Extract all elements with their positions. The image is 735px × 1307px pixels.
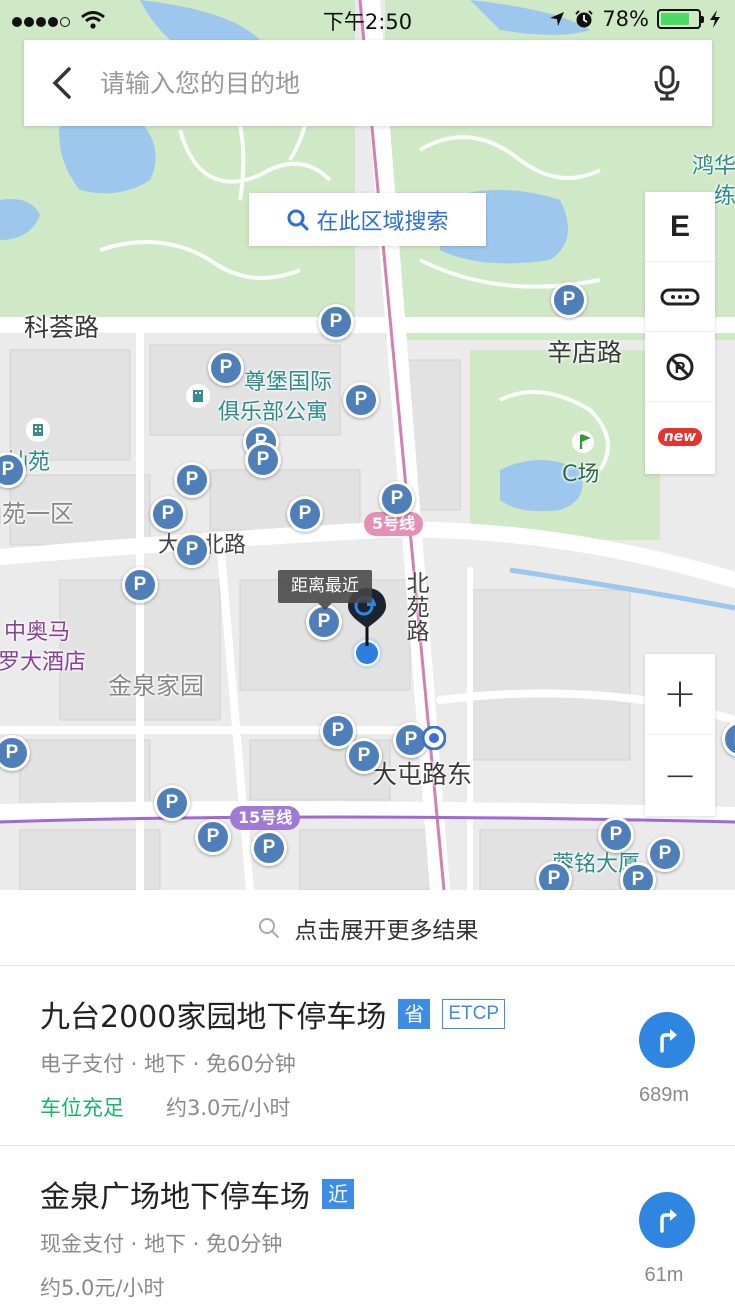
charging-bolt-icon [710,10,720,28]
map-view[interactable]: 科荟路 辛店路 尊堡国际 俱乐部公寓 灿苑 灿苑一区 大屯北路 北苑路 中奥马 … [0,0,735,890]
card-icon [660,288,700,305]
road-label-beiyuan: 北苑路 [406,571,430,646]
etc-filter-button[interactable]: E [645,192,715,262]
parking-pin[interactable]: P [318,304,354,340]
parking-pin[interactable]: P [379,481,415,517]
poi-label-c-field: C场 [562,462,600,487]
parking-pin[interactable]: P [122,567,158,603]
poi-label-canyuan-1: 灿苑一区 [0,500,74,528]
parking-pin[interactable]: P [647,836,683,872]
metro-line-15-tag: 15号线 [230,806,301,830]
poi-label-olympic-1: 中奥马 [4,620,71,645]
search-bar [24,40,712,126]
chevron-left-icon [52,67,71,99]
parking-result-item[interactable]: 金泉广场地下停车场 近 现金支付 · 地下 · 免0分钟 约5.0元/小时 61… [0,1146,735,1307]
map-tools-panel: E P new [645,192,715,474]
battery-percent: 78% [602,7,649,31]
status-right-group: 78% [548,7,721,31]
parking-result-item[interactable]: 九台2000家园地下停车场 省 ETCP 电子支付 · 地下 · 免60分钟 车… [0,966,735,1146]
no-parking-icon: P [666,353,694,380]
result-title: 金泉广场地下停车场 [40,1180,310,1215]
voice-search-button[interactable] [622,40,712,126]
parking-pin[interactable]: P [551,282,587,318]
navigate-button[interactable] [639,1192,695,1248]
battery-icon [657,9,704,29]
zoom-in-button[interactable]: + [645,654,715,735]
parking-pin[interactable]: P [620,862,656,890]
location-arrow-icon [550,12,565,26]
result-tag-near: 近 [322,1179,354,1209]
station-label-datun-east: 大屯路东 [372,760,473,789]
result-distance: 689m [638,1084,690,1106]
poi-label-honghua-2: 练 [714,184,735,209]
parking-pin[interactable]: P [343,382,379,418]
result-title: 九台2000家园地下停车场 [40,1000,387,1035]
parking-pin[interactable]: P [346,738,382,774]
zoom-out-button[interactable]: − [645,735,715,816]
search-icon [258,917,279,938]
building-icon [26,418,50,442]
poi-label-jinquan-home: 金泉家园 [108,672,204,700]
poi-label-zunbao-1: 尊堡国际 [244,370,333,395]
result-price: 约3.0元/小时 [166,1096,291,1120]
parking-pin[interactable]: P [536,861,572,890]
poi-label-zunbao-2: 俱乐部公寓 [218,400,329,425]
metro-station-icon [422,726,446,750]
road-label-kehui: 科荟路 [24,313,100,342]
battery-fill [661,13,690,25]
parking-pin[interactable]: P [174,462,210,498]
parking-pin[interactable]: P [154,785,190,821]
result-details: 现金支付 · 地下 · 免0分钟 [40,1232,283,1256]
result-availability: 车位充足 [40,1096,124,1120]
etc-filter-label: E [669,209,690,243]
status-bar: 下午2:50 78% [0,0,735,40]
result-tag-etcp: ETCP [442,999,506,1029]
parking-pin[interactable]: P [251,830,287,866]
no-parking-button[interactable]: P [645,332,715,402]
result-tag-save: 省 [398,999,431,1029]
parking-pin[interactable]: P [174,532,210,568]
building-icon [186,384,210,408]
parking-pin[interactable]: P [195,819,231,855]
parking-pin[interactable]: P [208,350,244,386]
turn-right-arrow-icon [660,1209,677,1233]
result-distance: 61m [644,1264,684,1286]
search-icon [287,209,309,230]
turn-right-arrow-icon [660,1029,677,1053]
microphone-icon [654,65,680,101]
expand-results-label: 点击展开更多结果 [294,917,479,944]
new-feature-button[interactable]: new [645,402,715,472]
road-label-xindian: 辛店路 [547,338,623,367]
parking-pin[interactable]: P [287,496,323,532]
destination-search-input[interactable] [100,68,622,98]
parking-pin[interactable]: P [598,817,634,853]
nearest-tooltip: 距离最近 [278,570,372,610]
new-badge: new [657,428,703,446]
search-this-area-label: 在此区域搜索 [316,209,449,235]
golf-flag-icon [572,431,594,453]
results-panel: 点击展开更多结果 九台2000家园地下停车场 省 ETCP 电子支付 · 地下 … [0,890,735,1307]
expand-results-button[interactable]: 点击展开更多结果 [0,890,735,966]
alarm-clock-icon [575,10,594,28]
parking-card-button[interactable] [645,262,715,332]
zoom-control: + − [645,654,715,816]
parking-pin[interactable]: P [245,442,281,478]
search-this-area-button[interactable]: 在此区域搜索 [249,193,486,246]
result-price: 约5.0元/小时 [40,1276,165,1300]
parking-pin[interactable]: P [150,496,186,532]
poi-label-olympic-2: 罗大酒店 [0,650,87,675]
result-details: 电子支付 · 地下 · 免60分钟 [40,1052,296,1076]
back-button[interactable] [24,40,100,126]
poi-label-honghua-1: 鸿华 [692,154,735,179]
navigate-button[interactable] [639,1012,695,1068]
